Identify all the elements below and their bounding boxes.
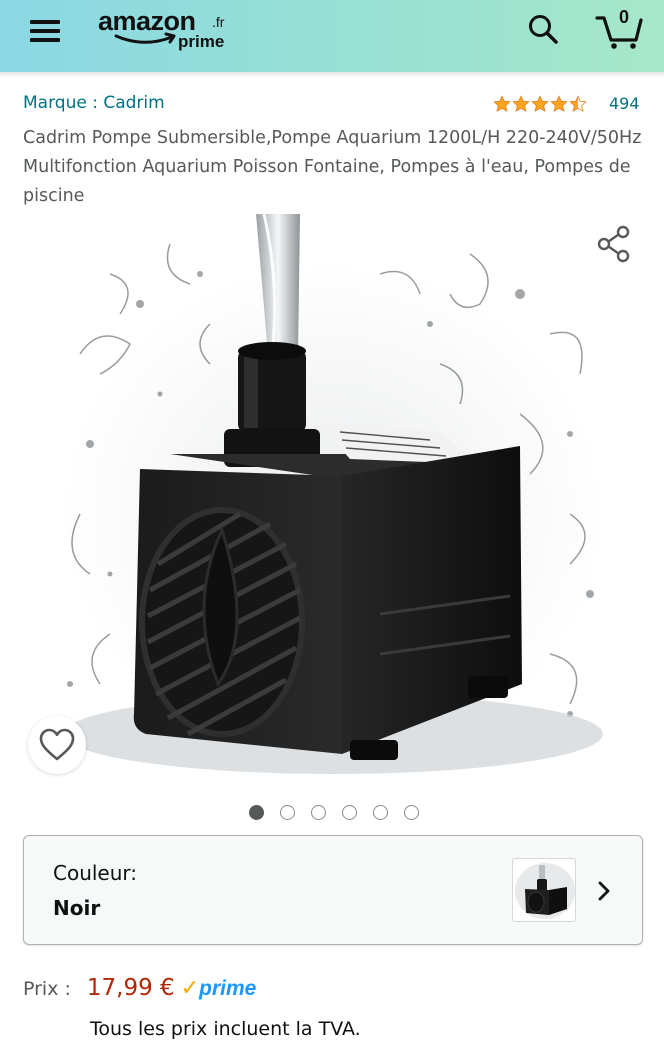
prime-check-icon: ✓ [180,976,200,1001]
review-count: 494 [609,94,640,113]
carousel-dot[interactable] [404,805,419,820]
brand-link[interactable]: Marque : Cadrim [23,93,165,113]
prime-badge: ✓ prime [181,976,257,1001]
pump-illustration [63,214,603,774]
price-row: Prix : 17,99 € ✓ prime [23,975,256,1001]
carousel-dot[interactable] [373,805,388,820]
carousel-dot[interactable] [342,805,357,820]
top-nav-bar: amazon .fr prime 0 [0,0,664,72]
heart-icon[interactable] [28,716,86,774]
carousel-dot[interactable] [249,805,264,820]
star-icon [493,94,511,112]
color-label: Couleur: [53,861,138,885]
logo-domain: .fr [212,14,225,30]
chevron-right-icon [598,881,610,901]
search-icon[interactable] [526,12,560,46]
cart-icon[interactable]: 0 [594,6,644,50]
carousel-dot[interactable] [280,805,295,820]
cart-count: 0 [618,7,629,27]
header-divider [0,72,664,78]
share-icon[interactable] [595,224,633,264]
half-star-icon [569,94,587,112]
smile-arrow-icon [114,32,176,44]
image-carousel-dots [249,805,419,820]
star-icon [531,94,549,112]
price-value: 17,99 € [86,975,175,1001]
prime-label: prime [199,977,257,1000]
price-label: Prix : [23,978,71,1000]
product-image[interactable] [50,214,616,780]
rating-summary[interactable]: 494 [493,94,640,113]
carousel-dot[interactable] [311,805,326,820]
star-icon [512,94,530,112]
star-icon [550,94,568,112]
tax-note: Tous les prix incluent la TVA. [90,1018,361,1040]
color-selector[interactable]: Couleur: Noir [23,835,643,945]
logo-prime: prime [178,32,225,51]
star-rating [493,94,587,113]
color-thumbnail [512,858,576,922]
menu-icon[interactable] [28,16,62,46]
color-value: Noir [53,896,101,920]
amazon-prime-logo[interactable]: amazon .fr prime [98,6,248,58]
product-title: Cadrim Pompe Submersible,Pompe Aquarium … [23,128,642,206]
